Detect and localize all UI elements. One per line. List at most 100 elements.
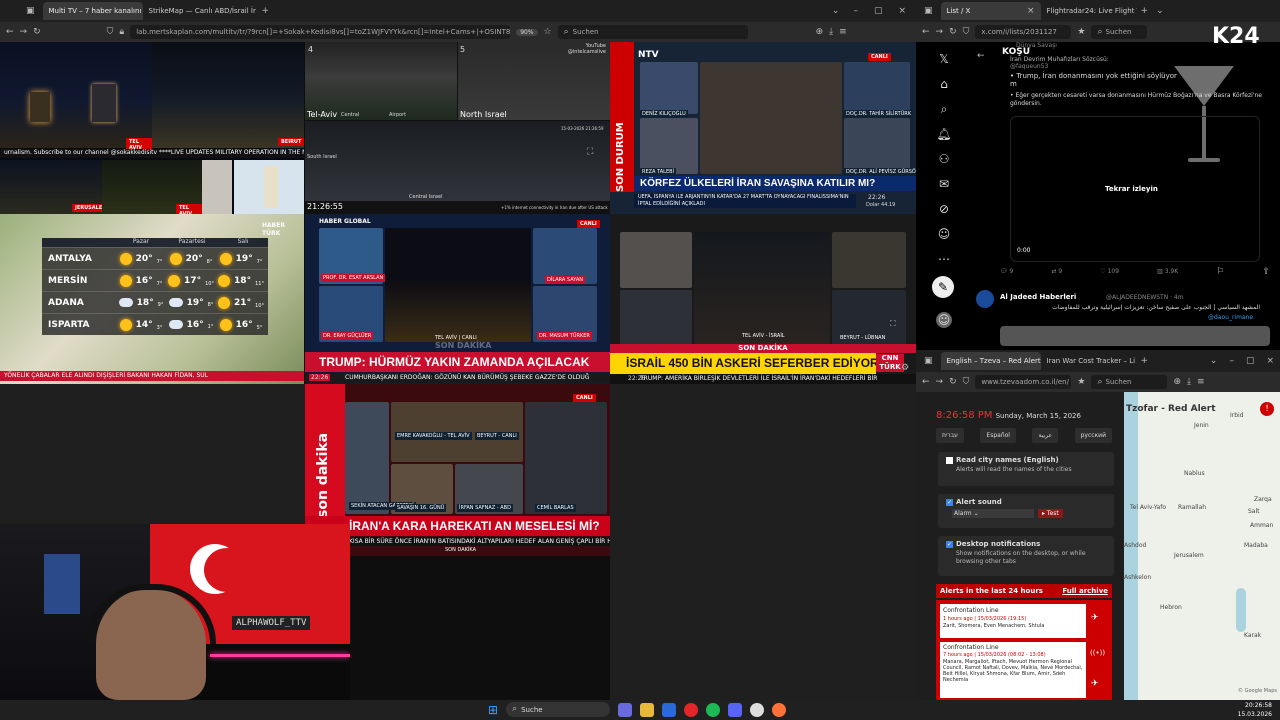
intel-cams-stream[interactable]: 4 Tel-Aviv Central Airport 5 YouTube @in…	[305, 42, 610, 214]
tab-flightradar[interactable]: Flightradar24: Live Flight Tr×	[1041, 2, 1137, 20]
repost-button[interactable]: ⇄ 9	[1051, 268, 1062, 277]
option-city-names[interactable]: Read city names (English) Alerts will re…	[938, 452, 1114, 486]
tab-overview-icon[interactable]: ▣	[924, 6, 933, 16]
replay-button[interactable]: Tekrar izleyin	[1105, 185, 1158, 193]
post-button[interactable]: ✎	[932, 276, 954, 298]
fullscreen-icon[interactable]: ⛶	[890, 320, 896, 328]
search-input[interactable]: ⌕ Suchen	[1091, 25, 1148, 39]
ntv-stream[interactable]: SON DURUM NTV CANLI DENİZ KILIÇOĞLU DOÇ.…	[610, 42, 916, 214]
minimize-icon[interactable]: –	[1229, 356, 1234, 366]
close-window-icon[interactable]: ×	[898, 6, 906, 16]
extension-icon[interactable]: ⊕	[1173, 377, 1181, 387]
shield-icon[interactable]: ⛉	[107, 27, 114, 37]
address-input[interactable]: www.tzevaadom.co.il/en/	[975, 375, 1072, 389]
menu-icon[interactable]: ≡	[839, 27, 847, 37]
tab-strikemap[interactable]: StrikeMap — Canlı ABD/İsrail İr×	[143, 2, 258, 20]
alert-map[interactable]: Tzofar - Red Alert ! Tel Aviv-Yafo Ramall…	[1124, 392, 1280, 700]
back-icon[interactable]: ←	[6, 27, 14, 37]
share-icon[interactable]: ⇪	[1262, 268, 1270, 277]
checkbox-checked[interactable]: ✓	[946, 540, 953, 548]
taskbar-clock[interactable]: 20:26:58 15.03.2026	[1238, 701, 1272, 719]
chevron-down-icon[interactable]: ⌄	[1156, 6, 1164, 16]
cam-grid-stream[interactable]: TEL AVIV BEIRUT urnalism. Subscribe to o…	[0, 42, 304, 214]
address-input[interactable]: x.com/i/lists/2031127	[975, 25, 1072, 39]
avatar[interactable]: ☺	[936, 312, 952, 328]
tab-cost-tracker[interactable]: Iran War Cost Tracker – Li×	[1041, 352, 1137, 370]
new-tab-icon[interactable]: +	[262, 6, 270, 16]
forward-icon[interactable]: →	[936, 27, 944, 37]
back-icon[interactable]: ←	[922, 377, 930, 387]
windows-start-icon[interactable]: ⊞	[488, 704, 498, 716]
tab-red-alert[interactable]: English – Tzeva – Red Alert×	[940, 352, 1041, 370]
checkbox-checked[interactable]: ✓	[946, 498, 953, 506]
minimize-icon[interactable]: –	[853, 6, 858, 16]
tab-x-list[interactable]: List / X ×	[940, 2, 1041, 20]
firefox-icon[interactable]	[772, 702, 787, 717]
opera-icon[interactable]	[684, 702, 699, 717]
lang-button[interactable]: русский	[1074, 428, 1112, 443]
views-button[interactable]: ▥ 3.9K	[1157, 268, 1178, 277]
full-archive-link[interactable]: Full archive	[1062, 587, 1108, 595]
search-icon[interactable]: ⌕	[936, 101, 952, 117]
more-icon[interactable]: ⋯	[936, 251, 952, 267]
search-input[interactable]: ⌕ Suchen	[557, 25, 748, 39]
option-desktop-notifications[interactable]: ✓ Desktop notifications Show notification…	[938, 536, 1114, 576]
download-icon[interactable]: ⤓	[1187, 377, 1191, 387]
star-icon[interactable]: ☆	[544, 27, 552, 37]
shield-icon[interactable]: ⛉	[963, 377, 970, 387]
close-window-icon[interactable]: ×	[1266, 356, 1274, 366]
sound-select[interactable]: Alarm ⌄	[952, 509, 1034, 518]
reload-icon[interactable]: ↻	[949, 27, 957, 37]
fullscreen-icon[interactable]: ⛶	[587, 148, 593, 157]
search-input[interactable]: ⌕ Suchen	[1091, 375, 1168, 389]
address-input[interactable]: lab.mertskaplan.com/multitv/tr/?9rcn[]=+…	[130, 25, 511, 39]
menu-icon[interactable]: ≡	[1197, 377, 1205, 387]
reload-icon[interactable]: ↻	[949, 377, 957, 387]
test-button[interactable]: ▸ Test	[1038, 509, 1063, 518]
lang-button[interactable]: Español	[980, 428, 1016, 443]
discord-icon[interactable]	[728, 702, 743, 717]
a-haber-stream[interactable]: son dakika CANLI SEKİN ATACAN GAZETECİ E…	[305, 384, 610, 556]
post2-tag[interactable]: @daou_rimane	[1208, 314, 1253, 321]
like-button[interactable]: ♡ 109	[1100, 268, 1119, 277]
follow-icon[interactable]: ⚇	[936, 151, 952, 167]
extension-icon[interactable]: ⊕	[816, 27, 824, 37]
back-icon[interactable]: ←	[922, 27, 930, 37]
profile-icon[interactable]: ☺	[936, 226, 952, 242]
maximize-icon[interactable]: ▢	[1246, 356, 1255, 366]
folder-icon[interactable]	[640, 702, 655, 717]
weather-stream[interactable]: HABER TÜRK Pazar Pazartesi Salı ANTALYA 2…	[0, 214, 304, 384]
store-icon[interactable]	[662, 702, 677, 717]
option-alert-sound[interactable]: ✓ Alert sound Alarm ⌄ ▸ Test	[938, 494, 1114, 528]
gear-icon[interactable]: ⚙	[901, 364, 909, 373]
checkbox[interactable]	[946, 456, 953, 464]
forward-icon[interactable]: →	[20, 27, 28, 37]
video-player[interactable]: Tekrar izleyin 0:00	[1010, 116, 1260, 262]
lang-button[interactable]: עברית	[936, 428, 964, 443]
mail-icon[interactable]: ✉	[936, 176, 952, 192]
star-icon[interactable]: ★	[1077, 27, 1085, 37]
lang-button[interactable]: عربية	[1032, 428, 1059, 443]
chevron-down-icon[interactable]: ⌄	[832, 6, 840, 16]
forward-icon[interactable]: →	[936, 377, 944, 387]
new-tab-icon[interactable]: +	[1141, 356, 1149, 366]
bookmark-icon[interactable]: ⚐	[1216, 268, 1224, 277]
tab-overview-icon[interactable]: ▣	[924, 356, 933, 366]
tab-overview-icon[interactable]: ▣	[26, 6, 35, 16]
shield-icon[interactable]: ⛉	[963, 27, 970, 37]
alert-item[interactable]: Confrontation Line 1 hours ago | 15/03/2…	[940, 604, 1086, 638]
star-icon[interactable]: ★	[1077, 377, 1085, 387]
new-tab-icon[interactable]: +	[1141, 6, 1149, 16]
tab-multitv[interactable]: Multi TV – 7 haber kanalını aynı×	[42, 2, 143, 20]
reload-icon[interactable]: ↻	[33, 27, 41, 37]
chrome-icon[interactable]	[750, 702, 765, 717]
grok-icon[interactable]: ⊘	[936, 201, 952, 217]
x-logo-icon[interactable]: 𝕏	[936, 51, 952, 67]
spotify-icon[interactable]	[706, 702, 721, 717]
chevron-down-icon[interactable]: ⌄	[1210, 356, 1218, 366]
cnn-turk-stream[interactable]: TEL AVİV - İSRAİL BEYRUT - LÜBNAN ⛶ SON …	[610, 214, 916, 384]
download-icon[interactable]: ⤓	[829, 27, 833, 37]
alert-item[interactable]: Confrontation Line 7 hours ago | 15/03/2…	[940, 642, 1086, 698]
home-icon[interactable]: ⌂	[936, 76, 952, 92]
task-view-icon[interactable]	[618, 702, 633, 717]
